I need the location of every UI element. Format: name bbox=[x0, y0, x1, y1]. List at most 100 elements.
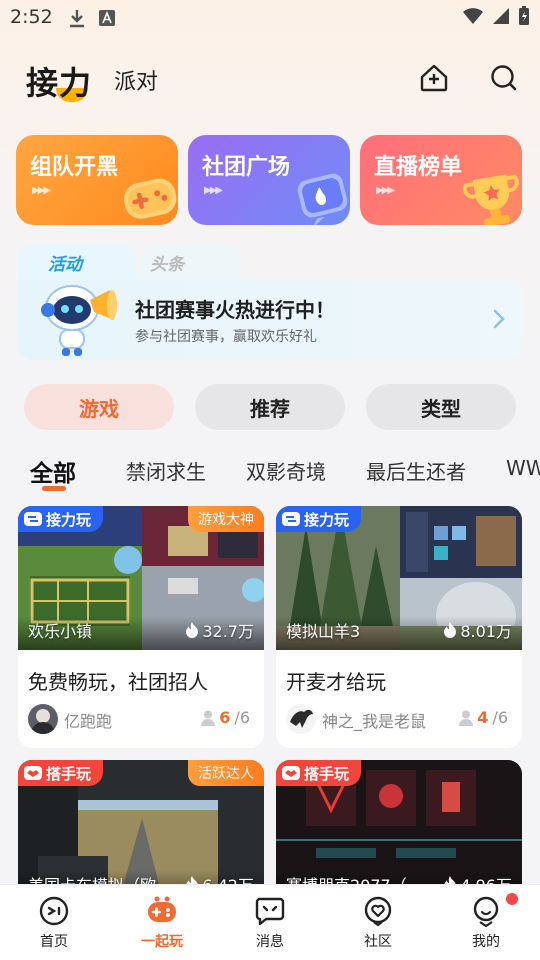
filter-split-fiction[interactable]: 双影奇境 bbox=[246, 456, 326, 485]
room-card[interactable]: 接力玩 游戏大神 欢乐小镇 32.7万 免费畅玩，社团招人 亿跑跑 6/6 bbox=[18, 506, 264, 748]
nav-messages[interactable]: 消息 bbox=[216, 885, 324, 960]
club-plaza-card[interactable]: 社团广场 ▶▶▶ bbox=[188, 135, 350, 225]
avatar[interactable] bbox=[28, 704, 58, 734]
home-plus-icon bbox=[420, 64, 448, 92]
nav-profile[interactable]: 我的 bbox=[432, 885, 540, 960]
filter-all[interactable]: 全部 bbox=[30, 454, 76, 488]
nav-messages-label: 消息 bbox=[256, 934, 284, 950]
news-subtitle: 参与社团赛事，赢取欢乐好礼 bbox=[135, 329, 317, 345]
search-icon bbox=[491, 65, 517, 91]
search-button[interactable] bbox=[488, 62, 520, 94]
profile-icon bbox=[473, 896, 499, 927]
chat-bubble-icon bbox=[297, 173, 348, 225]
member-total: /6 bbox=[492, 708, 508, 727]
member-current: 4 bbox=[477, 708, 489, 727]
heat-value: 4.96万 bbox=[460, 872, 512, 884]
create-room-button[interactable] bbox=[418, 62, 450, 94]
category-types[interactable]: 类型 bbox=[366, 384, 516, 430]
flame-icon bbox=[186, 876, 199, 884]
active-badge: 活跃达人 bbox=[188, 760, 264, 786]
battery-icon bbox=[519, 6, 529, 25]
chevron-right-icon bbox=[493, 309, 505, 329]
arrows-decoration: ▶▶▶ bbox=[32, 185, 51, 196]
nav-community[interactable]: 社区 bbox=[324, 885, 432, 960]
community-icon bbox=[364, 896, 392, 927]
bottom-nav: 首页 一起玩 消息 社区 我的 bbox=[0, 884, 540, 960]
nav-home[interactable]: 首页 bbox=[0, 885, 108, 960]
relay-badge: 接力玩 bbox=[276, 506, 362, 532]
person-icon bbox=[459, 710, 474, 726]
game-cover: 接力玩 模拟山羊3 8.01万 bbox=[276, 506, 522, 650]
category-games[interactable]: 游戏 bbox=[24, 384, 174, 430]
feature-cards: 组队开黑 ▶▶▶ 社团广场 ▶▶▶ 直播榜单 ▶▶▶ bbox=[16, 135, 524, 225]
download-icon bbox=[70, 10, 84, 28]
play-together-icon bbox=[148, 896, 176, 922]
news-card[interactable]: 活动 头条 社团赛事火热进行中！ 参与社团赛事，赢取欢乐好礼 bbox=[18, 244, 522, 360]
game-cover: 搭手玩 赛博朋克2077（ 4.96万 bbox=[276, 760, 522, 884]
mascot-icon bbox=[41, 285, 117, 356]
filter-grounded[interactable]: 禁闭求生 bbox=[126, 456, 206, 485]
team-up-card[interactable]: 组队开黑 ▶▶▶ bbox=[16, 135, 178, 225]
person-icon bbox=[201, 710, 216, 726]
status-bar: 2:52 bbox=[0, 0, 540, 36]
filter-last-of-us[interactable]: 最后生还者 bbox=[366, 456, 466, 485]
signal-icon bbox=[493, 8, 509, 24]
member-current: 6 bbox=[219, 708, 231, 727]
helper-badge: 搭手玩 bbox=[18, 760, 104, 786]
arrows-decoration: ▶▶▶ bbox=[376, 185, 395, 196]
flame-icon bbox=[444, 876, 457, 884]
heat-value: 32.7万 bbox=[202, 622, 254, 641]
status-notifications bbox=[68, 8, 116, 28]
nav-play-together[interactable]: 一起玩 bbox=[108, 885, 216, 960]
room-card[interactable]: 搭手玩 赛博朋克2077（ 4.96万 bbox=[276, 760, 522, 884]
handshake-icon bbox=[24, 766, 42, 780]
category-recommended[interactable]: 推荐 bbox=[195, 384, 345, 430]
helper-badge-label: 搭手玩 bbox=[304, 764, 350, 783]
relay-badge: 接力玩 bbox=[18, 506, 104, 532]
tab-headline-label[interactable]: 头条 bbox=[150, 250, 184, 275]
filter-underline bbox=[42, 486, 66, 491]
member-count: 6/6 bbox=[201, 708, 250, 727]
member-count: 4/6 bbox=[459, 708, 508, 727]
home-icon bbox=[39, 896, 69, 926]
app-header: 接力 派对 bbox=[0, 52, 540, 108]
flame-icon bbox=[186, 622, 199, 638]
room-title: 免费畅玩，社团招人 bbox=[28, 670, 208, 694]
live-ranking-label: 直播榜单 bbox=[374, 155, 463, 180]
game-cover: 接力玩 游戏大神 欢乐小镇 32.7万 bbox=[18, 506, 264, 650]
app-logo: 接力 bbox=[26, 64, 93, 102]
nav-play-together-label: 一起玩 bbox=[141, 934, 183, 950]
arrows-decoration: ▶▶▶ bbox=[204, 185, 223, 196]
nav-home-label: 首页 bbox=[40, 934, 68, 950]
notification-dot bbox=[506, 893, 518, 905]
gamepad-icon bbox=[123, 178, 177, 219]
news-title: 社团赛事火热进行中！ bbox=[135, 298, 335, 322]
helper-badge-label: 搭手玩 bbox=[46, 764, 92, 783]
app-notification-icon bbox=[99, 10, 115, 26]
relay-icon bbox=[282, 512, 300, 526]
club-plaza-label: 社团广场 bbox=[202, 155, 291, 180]
live-ranking-card[interactable]: 直播榜单 ▶▶▶ bbox=[360, 135, 522, 225]
room-card[interactable]: 搭手玩 活跃达人 美国卡车模拟（欧 6.42万 bbox=[18, 760, 264, 884]
message-icon bbox=[255, 897, 285, 926]
helper-badge: 搭手玩 bbox=[276, 760, 362, 786]
room-card[interactable]: 接力玩 模拟山羊3 8.01万 开麦才给玩 神之_我是老鼠 4/6 bbox=[276, 506, 522, 748]
heat-count: 8.01万 bbox=[443, 618, 512, 642]
heat-value: 8.01万 bbox=[460, 622, 512, 641]
tab-party[interactable]: 派对 bbox=[114, 64, 158, 96]
game-name: 模拟山羊3 bbox=[286, 622, 361, 641]
category-tabs: 游戏 推荐 类型 bbox=[24, 384, 518, 430]
tab-activity-label: 活动 bbox=[48, 255, 82, 275]
filter-ww[interactable]: WW bbox=[506, 456, 540, 480]
room-title: 开麦才给玩 bbox=[286, 670, 386, 694]
heat-value: 6.42万 bbox=[202, 872, 254, 884]
nav-profile-label: 我的 bbox=[472, 934, 500, 950]
game-cover: 搭手玩 活跃达人 美国卡车模拟（欧 6.42万 bbox=[18, 760, 264, 884]
member-total: /6 bbox=[234, 708, 250, 727]
relay-icon bbox=[24, 512, 42, 526]
game-name: 欢乐小镇 bbox=[28, 622, 93, 641]
heat-count: 6.42万 bbox=[185, 872, 254, 884]
host-name: 神之_我是老鼠 bbox=[322, 712, 427, 731]
avatar[interactable] bbox=[286, 704, 316, 734]
nav-community-label: 社区 bbox=[364, 934, 392, 950]
